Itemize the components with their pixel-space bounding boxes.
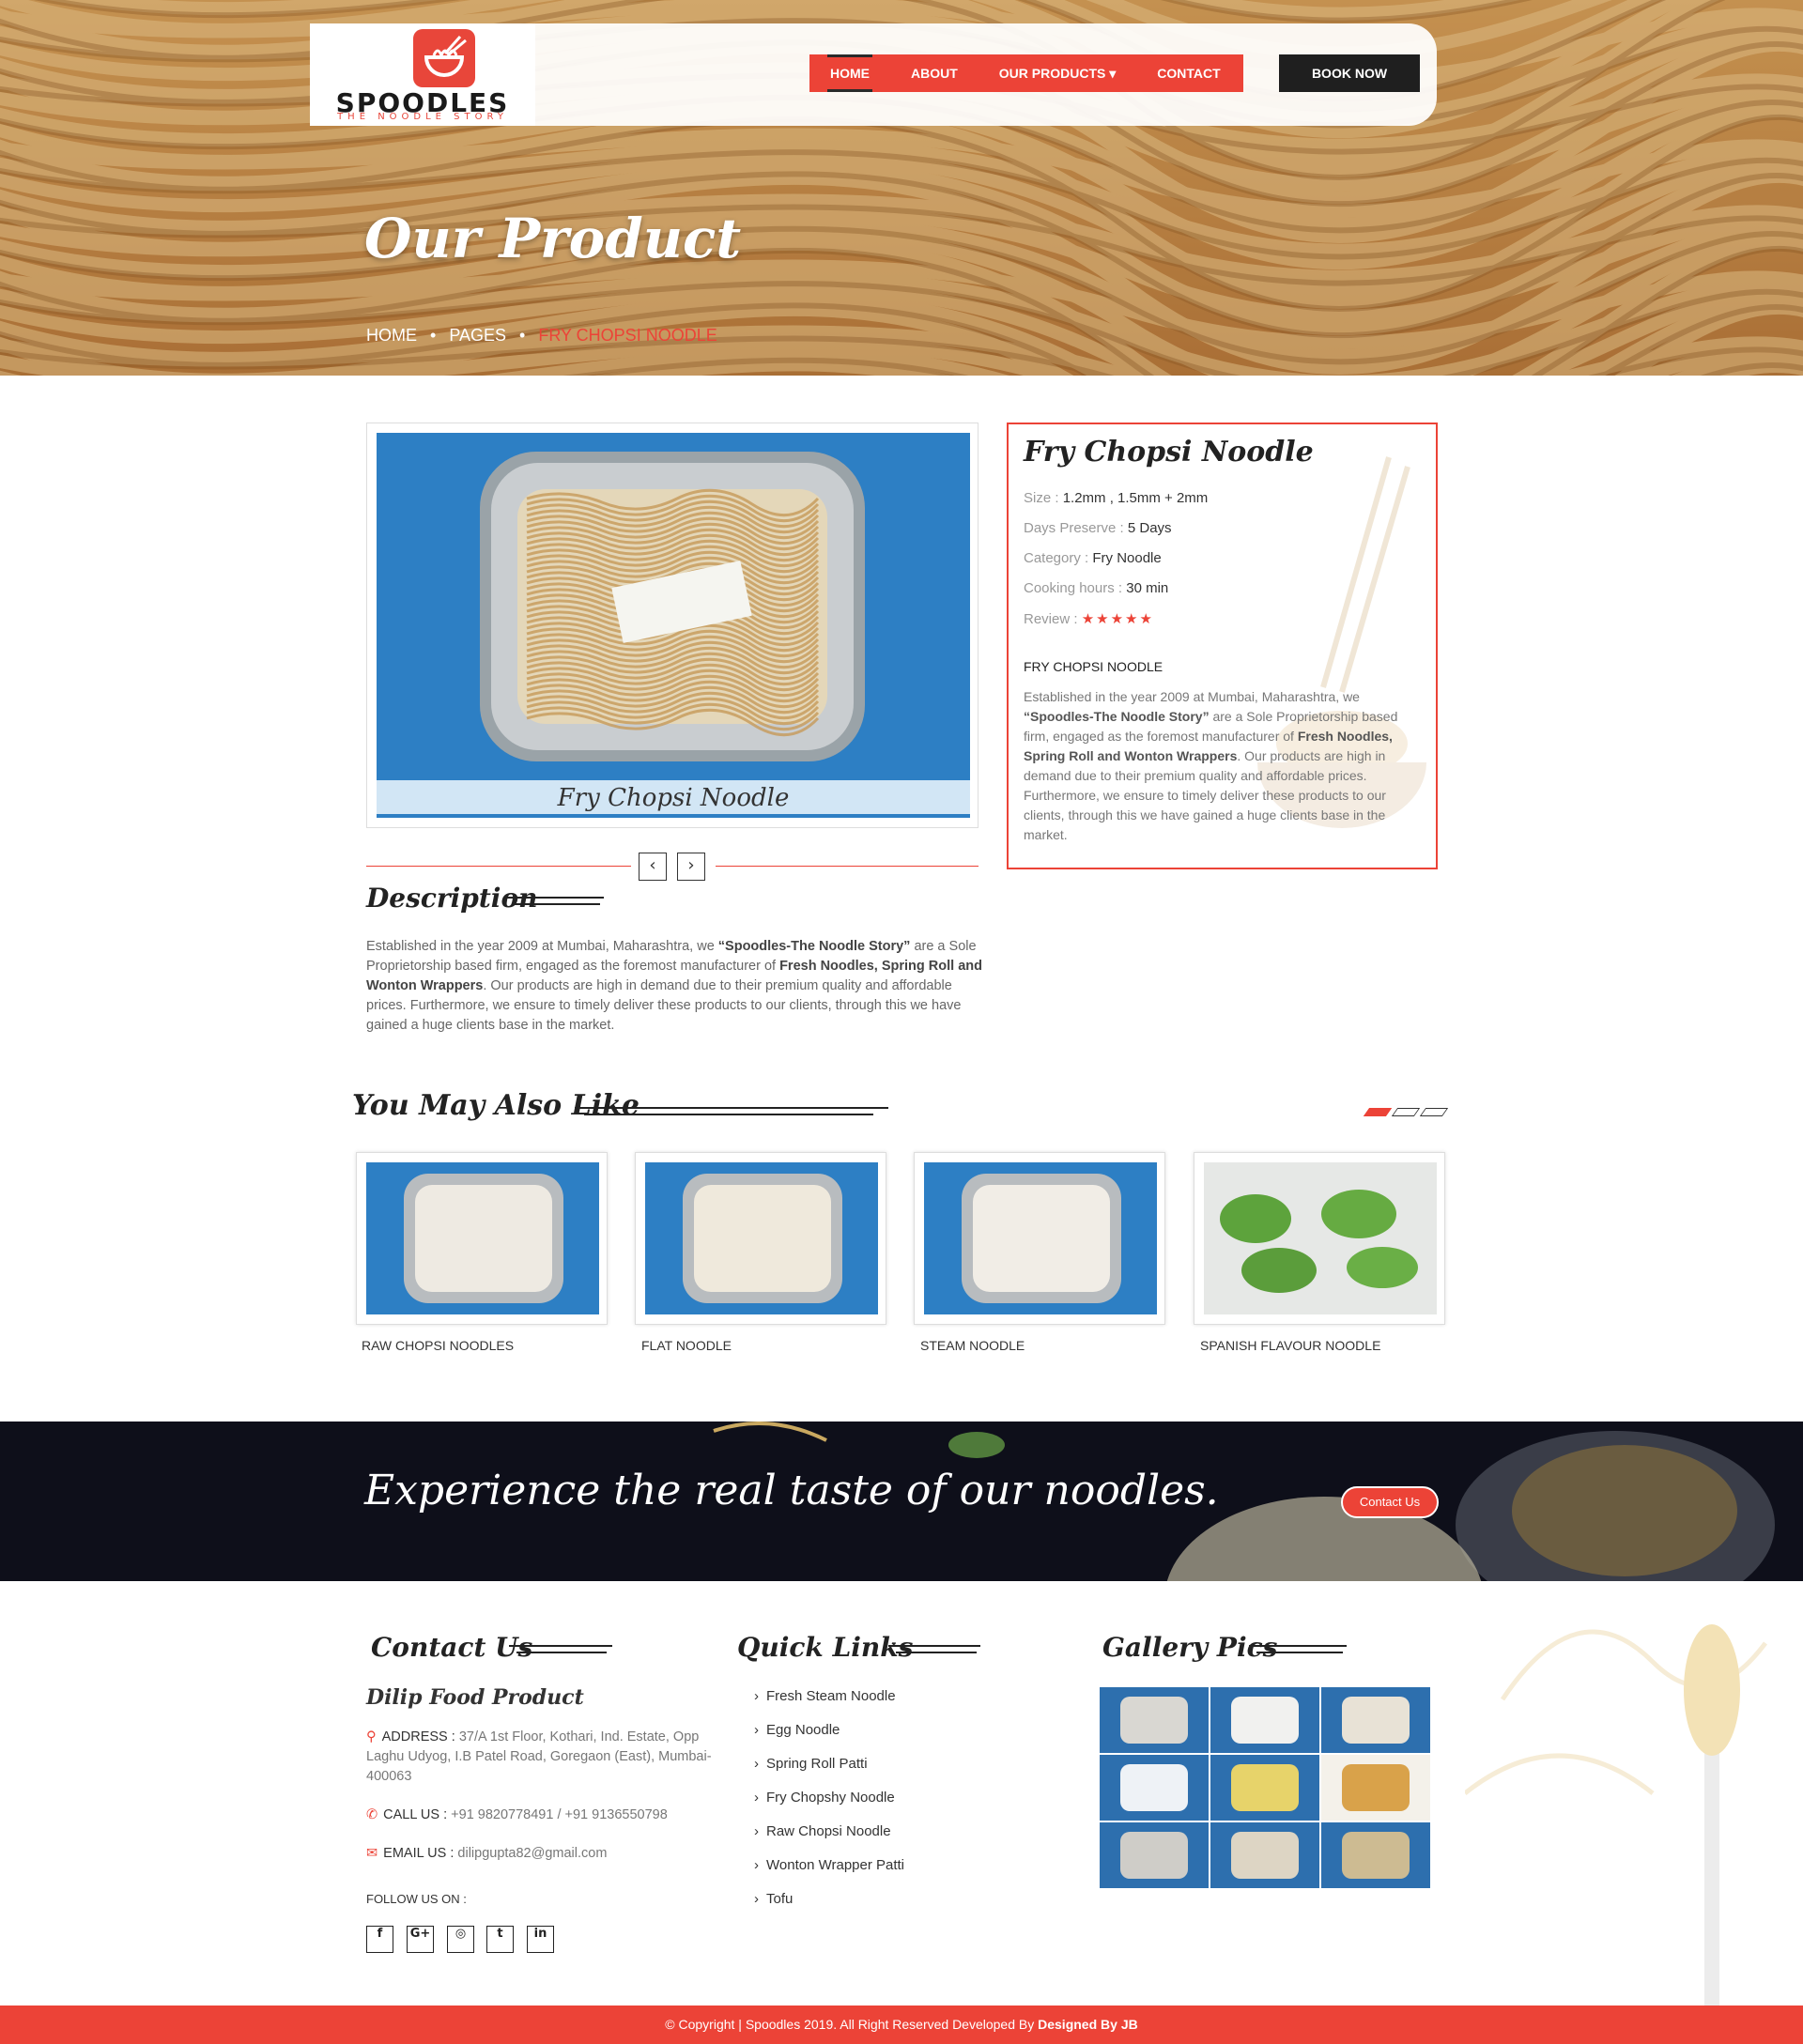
nav-our-products[interactable]: OUR PRODUCTS ▾: [979, 54, 1136, 92]
title-decoration: [509, 1645, 612, 1647]
breadcrumb-home[interactable]: HOME: [366, 326, 417, 345]
image-caption-bar: Fry Chopsi Noodle: [377, 780, 970, 818]
spec-days-preserve: Days Preserve : 5 Days: [1024, 520, 1172, 536]
title-decoration: [516, 1652, 607, 1653]
twitter-icon[interactable]: t: [486, 1926, 514, 1953]
product-card-name[interactable]: FLAT NOODLE: [641, 1338, 732, 1353]
product-card[interactable]: [1194, 1152, 1445, 1325]
credit-link[interactable]: Designed By JB: [1038, 2017, 1138, 2032]
title-decoration: [512, 903, 600, 905]
gallery-thumbnail[interactable]: [1100, 1687, 1209, 1753]
email-link[interactable]: dilipgupta82@gmail.com: [457, 1846, 607, 1861]
carousel-dot[interactable]: [1419, 1108, 1449, 1116]
raw-chopsi-image: [366, 1162, 599, 1314]
product-info-card: Fry Chopsi Noodle Size : 1.2mm , 1.5mm +…: [1007, 423, 1438, 869]
follow-label: FOLLOW US ON :: [366, 1892, 467, 1906]
title-decoration: [896, 1652, 977, 1653]
envelope-icon: ✉: [366, 1846, 378, 1861]
quick-link[interactable]: Fresh Steam Noodle: [754, 1688, 896, 1704]
copyright-bar: © Copyright | Spoodles 2019. All Right R…: [0, 2006, 1803, 2044]
title-decoration: [504, 897, 604, 899]
gallery-thumbnail[interactable]: [1100, 1755, 1209, 1821]
quick-links-title: Quick Links: [737, 1632, 914, 1663]
phone-row: ✆ CALL US : +91 9820778491 / +91 91365507…: [366, 1807, 668, 1822]
carousel-dot-active[interactable]: [1363, 1108, 1393, 1116]
title-decoration: [584, 1114, 873, 1115]
noodle-bowl-icon: [413, 29, 475, 87]
carousel-dot[interactable]: [1391, 1108, 1421, 1116]
fork-noodle-watermark: [1465, 1624, 1767, 2006]
facebook-icon[interactable]: f: [366, 1926, 393, 1953]
product-summary: Established in the year 2009 at Mumbai, …: [1024, 689, 1398, 842]
next-arrow-button[interactable]: ›: [677, 853, 705, 881]
contact-title: Contact Us: [371, 1632, 533, 1663]
gallery-thumbnail[interactable]: [1100, 1822, 1209, 1888]
spec-cooking-hours: Cooking hours : 30 min: [1024, 580, 1169, 596]
phone-icon: ✆: [366, 1807, 378, 1822]
flat-noodle-image: [645, 1162, 878, 1314]
gallery-thumbnail[interactable]: [1210, 1822, 1319, 1888]
contact-us-button[interactable]: Contact Us: [1341, 1486, 1439, 1518]
spec-review: Review : ★★★★★: [1024, 610, 1154, 627]
image-caption: Fry Chopsi Noodle: [557, 784, 790, 812]
breadcrumb-pages[interactable]: PAGES: [449, 326, 506, 345]
product-image[interactable]: [377, 433, 970, 818]
title-decoration: [888, 1645, 980, 1647]
also-like-title: You May Also Like: [352, 1089, 640, 1122]
steam-noodle-image: [924, 1162, 1157, 1314]
instagram-icon[interactable]: ◎: [447, 1926, 474, 1953]
spanish-flavour-image: [1204, 1162, 1437, 1314]
address-row: ⚲ ADDRESS : 37/A 1st Floor, Kothari, Ind.…: [366, 1729, 712, 1784]
description-text: Established in the year 2009 at Mumbai, …: [366, 939, 982, 1033]
product-gallery: Fry Chopsi Noodle: [366, 423, 979, 828]
quick-link[interactable]: Wonton Wrapper Patti: [754, 1857, 904, 1873]
breadcrumb-current: FRY CHOPSI NOODLE: [538, 326, 717, 345]
gallery-thumbnail[interactable]: [1210, 1687, 1319, 1753]
email-row: ✉ EMAIL US : dilipgupta82@gmail.com: [366, 1846, 608, 1861]
gallery-thumbnail[interactable]: [1321, 1687, 1430, 1753]
quick-link[interactable]: Spring Roll Patti: [754, 1756, 868, 1772]
product-card-name[interactable]: RAW CHOPSI NOODLES: [362, 1338, 514, 1353]
spec-size: Size : 1.2mm , 1.5mm + 2mm: [1024, 490, 1209, 506]
quick-link[interactable]: Fry Chopshy Noodle: [754, 1790, 895, 1806]
gallery-title: Gallery Pics: [1102, 1632, 1278, 1663]
linkedin-icon[interactable]: in: [527, 1926, 554, 1953]
title-decoration: [575, 1107, 888, 1109]
brand-tagline: THE NOODLE STORY: [337, 112, 508, 122]
nav-home[interactable]: HOME: [809, 54, 890, 92]
prev-arrow-button[interactable]: ‹: [639, 853, 667, 881]
spec-category: Category : Fry Noodle: [1024, 550, 1162, 566]
main-nav: HOME ABOUT OUR PRODUCTS ▾ CONTACT: [809, 54, 1243, 92]
breadcrumb: HOME • PAGES • FRY CHOPSI NOODLE: [366, 326, 717, 345]
gallery-thumbnail[interactable]: [1321, 1822, 1430, 1888]
product-card-name[interactable]: SPANISH FLAVOUR NOODLE: [1200, 1338, 1380, 1353]
quick-link[interactable]: Egg Noodle: [754, 1722, 840, 1738]
google-plus-icon[interactable]: G+: [407, 1926, 434, 1953]
banner-text: Experience the real taste of our noodles…: [364, 1467, 1219, 1514]
title-decoration: [1256, 1652, 1343, 1653]
product-name: Fry Chopsi Noodle: [1024, 436, 1314, 469]
company-name: Dilip Food Product: [366, 1685, 584, 1710]
divider: [366, 866, 631, 867]
logo[interactable]: SPOODLES: [310, 23, 535, 126]
map-pin-icon: ⚲: [366, 1729, 377, 1744]
nav-contact[interactable]: CONTACT: [1136, 54, 1241, 92]
book-now-button[interactable]: BOOK NOW: [1279, 54, 1420, 92]
divider: [716, 866, 979, 867]
cta-banner: Experience the real taste of our noodles…: [0, 1422, 1803, 1581]
gallery-thumbnail[interactable]: [1321, 1755, 1430, 1821]
gallery-thumbnail[interactable]: [1210, 1755, 1319, 1821]
page-title: Our Product: [364, 207, 742, 270]
product-card[interactable]: [635, 1152, 886, 1325]
product-card-name[interactable]: STEAM NOODLE: [920, 1338, 1025, 1353]
hero-banner: SPOODLES THE NOODLE STORY HOME ABOUT OUR…: [0, 0, 1803, 376]
product-card[interactable]: [356, 1152, 608, 1325]
title-decoration: [1249, 1645, 1347, 1647]
product-heading: FRY CHOPSI NOODLE: [1024, 659, 1163, 674]
quick-link[interactable]: Raw Chopsi Noodle: [754, 1823, 891, 1839]
nav-about[interactable]: ABOUT: [890, 54, 979, 92]
star-rating-icon: ★★★★★: [1081, 610, 1154, 627]
product-card[interactable]: [914, 1152, 1165, 1325]
quick-link[interactable]: Tofu: [754, 1891, 793, 1907]
